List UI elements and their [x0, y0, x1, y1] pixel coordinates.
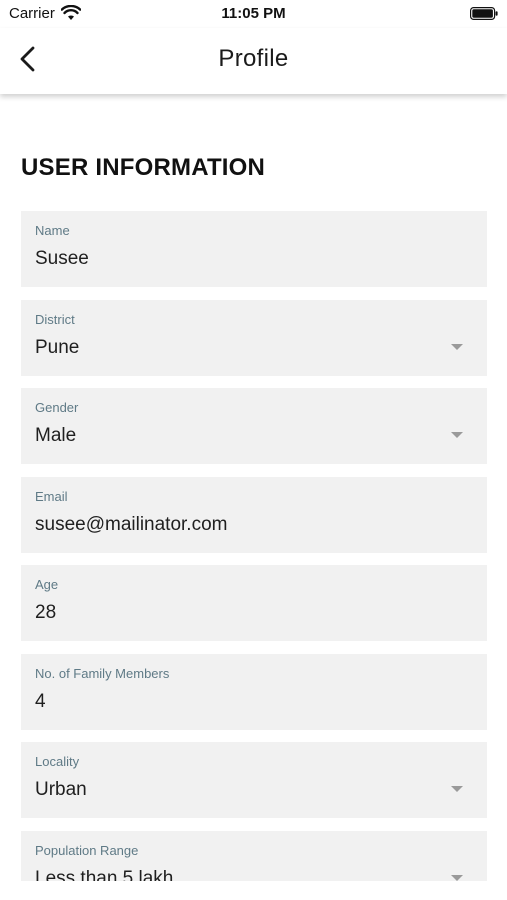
- gender-select[interactable]: Gender Male: [21, 388, 487, 464]
- email-field[interactable]: Email susee@mailinator.com: [21, 477, 487, 553]
- family-members-label: No. of Family Members: [35, 666, 170, 681]
- section-title: USER INFORMATION: [21, 154, 266, 181]
- email-value[interactable]: susee@mailinator.com: [35, 514, 227, 536]
- district-value[interactable]: Pune: [35, 337, 79, 359]
- caret-down-icon[interactable]: [451, 432, 463, 438]
- navigation-bar: Profile: [0, 28, 507, 94]
- name-label: Name: [35, 223, 70, 238]
- age-label: Age: [35, 577, 59, 592]
- population-range-label: Population Range: [35, 843, 139, 858]
- age-value[interactable]: 28: [35, 602, 56, 624]
- locality-value[interactable]: Urban: [35, 779, 87, 801]
- profile-form[interactable]: USER INFORMATION Name Susee District Pun…: [0, 94, 507, 881]
- page-title: Profile: [218, 45, 289, 72]
- name-value[interactable]: Susee: [35, 248, 89, 270]
- district-select[interactable]: District Pune: [21, 300, 487, 376]
- caret-down-icon[interactable]: [451, 786, 463, 792]
- battery-icon: [470, 7, 498, 20]
- gender-value[interactable]: Male: [35, 425, 76, 447]
- caret-down-icon[interactable]: [451, 344, 463, 350]
- family-members-value[interactable]: 4: [35, 691, 46, 713]
- status-time: 11:05 PM: [221, 5, 286, 22]
- status-bar: Carrier 11:05 PM: [0, 0, 507, 28]
- caret-down-icon[interactable]: [451, 875, 463, 881]
- family-members-field[interactable]: No. of Family Members 4: [21, 654, 487, 730]
- email-label: Email: [35, 489, 68, 504]
- population-range-select[interactable]: Population Range Less than 5 lakh: [21, 831, 487, 881]
- district-label: District: [35, 312, 75, 327]
- locality-select[interactable]: Locality Urban: [21, 742, 487, 818]
- population-range-value[interactable]: Less than 5 lakh: [35, 868, 173, 881]
- name-field[interactable]: Name Susee: [21, 211, 487, 287]
- locality-label: Locality: [35, 754, 80, 769]
- gender-label: Gender: [35, 400, 79, 415]
- age-field[interactable]: Age 28: [21, 565, 487, 641]
